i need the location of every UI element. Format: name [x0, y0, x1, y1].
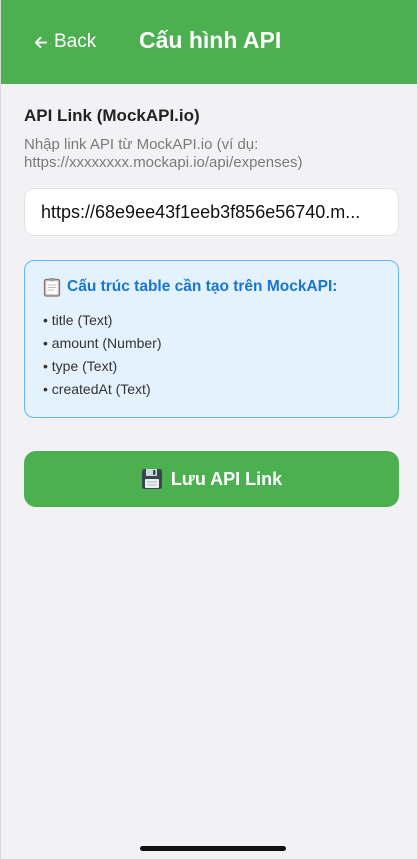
info-title-row: Cấu trúc table cần tạo trên MockAPI: [43, 277, 380, 297]
header-bar: Back Cấu hình API [1, 0, 417, 84]
field-list: title (Text) amount (Number) type (Text)… [43, 309, 380, 401]
arrow-left-icon [34, 36, 48, 48]
list-item: createdAt (Text) [43, 378, 380, 401]
info-title: Cấu trúc table cần tạo trên MockAPI: [67, 278, 338, 295]
api-link-hint: Nhập link API từ MockAPI.io (ví dụ: http… [24, 136, 303, 171]
api-config-screen: Back Cấu hình API API Link (MockAPI.io) … [0, 0, 418, 859]
table-structure-info: Cấu trúc table cần tạo trên MockAPI: tit… [24, 260, 399, 418]
page-title: Cấu hình API [139, 27, 282, 53]
clipboard-icon [43, 278, 61, 297]
api-link-label: API Link (MockAPI.io) [24, 106, 200, 125]
list-item: title (Text) [43, 309, 380, 332]
home-indicator[interactable] [140, 846, 286, 851]
save-button-label: Lưu API Link [170, 468, 283, 489]
save-api-link-button[interactable]: Lưu API Link [24, 451, 399, 507]
list-item: type (Text) [43, 355, 380, 378]
list-item: amount (Number) [43, 332, 380, 355]
back-button[interactable]: Back [33, 31, 96, 53]
floppy-disk-icon [141, 469, 162, 489]
api-link-input[interactable] [24, 188, 399, 236]
back-label: Back [54, 31, 97, 52]
